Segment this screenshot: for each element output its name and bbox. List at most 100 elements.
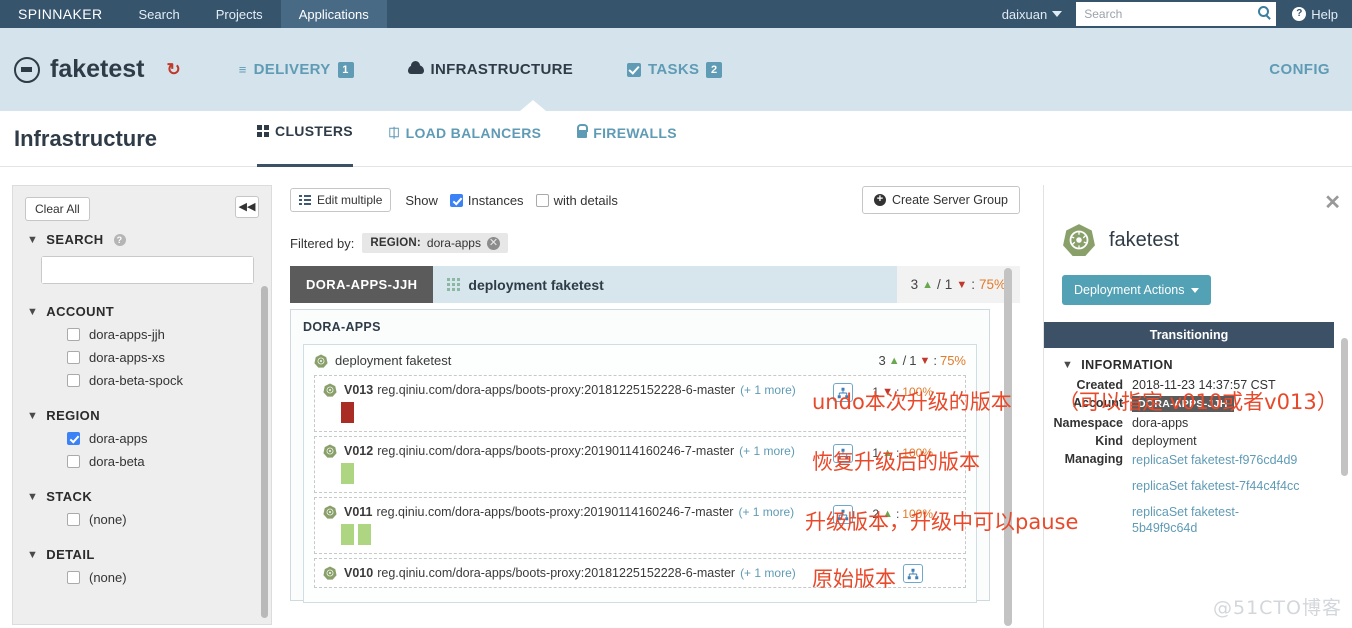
filter-region-item-0[interactable]: dora-apps: [67, 431, 271, 446]
tab-tasks[interactable]: TASKS 2: [627, 61, 723, 78]
filter-search-header[interactable]: ▼ SEARCH ?: [27, 232, 271, 247]
with-details-toggle[interactable]: with details: [535, 193, 618, 208]
checkbox-icon[interactable]: [67, 328, 80, 341]
region-label: DORA-APPS: [303, 320, 381, 334]
hierarchy-icon[interactable]: [833, 383, 853, 402]
version-row[interactable]: V011 reg.qiniu.com/dora-apps/boots-proxy:…: [314, 497, 966, 554]
hierarchy-icon[interactable]: [903, 564, 923, 583]
tab-clusters[interactable]: CLUSTERS: [257, 111, 353, 167]
filter-stack-header[interactable]: ▼ STACK: [27, 489, 271, 504]
managing-replicaset-link[interactable]: replicaSet faketest-7f44c4f4cc: [1132, 478, 1302, 494]
nav-link-search[interactable]: Search: [121, 0, 198, 28]
checkbox-checked-icon[interactable]: [67, 432, 80, 445]
global-search-box[interactable]: [1076, 2, 1277, 26]
information-section-header[interactable]: ▼ INFORMATION: [1062, 358, 1352, 372]
instance-squares: [341, 402, 957, 423]
filter-region-item-1[interactable]: dora-beta: [67, 454, 271, 469]
filter-account-item-0[interactable]: dora-apps-jjh: [67, 327, 271, 342]
version-more-link[interactable]: (+ 1 more): [740, 566, 796, 580]
checkbox-icon[interactable]: [67, 374, 80, 387]
instance-square-unhealthy[interactable]: [341, 402, 354, 423]
filter-account-item-2[interactable]: dora-beta-spock: [67, 373, 271, 388]
cluster-title[interactable]: deployment faketest: [433, 266, 897, 303]
checkbox-icon[interactable]: [535, 193, 549, 207]
up-triangle-icon: ▲: [922, 278, 934, 291]
filter-account-item-1[interactable]: dora-apps-xs: [67, 350, 271, 365]
nav-link-applications[interactable]: Applications: [280, 0, 387, 28]
tab-infrastructure[interactable]: INFRASTRUCTURE: [407, 61, 574, 78]
chevron-down-icon: ▼: [27, 233, 39, 246]
version-row[interactable]: V010 reg.qiniu.com/dora-apps/boots-proxy:…: [314, 558, 966, 588]
version-up-count: 1: [872, 446, 880, 460]
checkbox-icon[interactable]: [67, 455, 80, 468]
clear-all-button[interactable]: Clear All: [25, 197, 90, 221]
collapse-sidebar-button[interactable]: ◀◀: [235, 196, 259, 218]
filter-search-input[interactable]: [42, 257, 253, 283]
remove-filter-icon[interactable]: ✕: [486, 236, 500, 250]
instances-toggle[interactable]: Instances: [449, 193, 524, 208]
filter-region-header[interactable]: ▼ REGION: [27, 408, 271, 423]
instance-square-healthy[interactable]: [341, 463, 354, 484]
version-more-link[interactable]: (+ 1 more): [740, 383, 796, 397]
filter-stack-item-0[interactable]: (none): [67, 512, 271, 527]
cluster-stat-colon: :: [971, 277, 975, 292]
checkbox-icon[interactable]: [67, 571, 80, 584]
field-account-key: Account: [1073, 396, 1123, 410]
spinnaker-logo[interactable]: SPINNAKER: [0, 0, 121, 28]
search-icon[interactable]: [1258, 6, 1270, 17]
kubernetes-icon: [323, 383, 337, 397]
instance-square-healthy[interactable]: [358, 524, 371, 545]
hierarchy-icon[interactable]: [833, 505, 853, 524]
edit-multiple-button[interactable]: Edit multiple: [290, 188, 392, 212]
hierarchy-icon[interactable]: [833, 444, 853, 463]
filters-sidebar: Clear All ◀◀ ▼ SEARCH ? ▼ ACCOUNT dora-a…: [12, 185, 272, 625]
help-link[interactable]: ? Help: [1276, 7, 1352, 22]
down-triangle-icon: ▼: [882, 386, 893, 398]
tab-firewalls[interactable]: FIREWALLS: [577, 111, 677, 167]
filter-search-input-wrap[interactable]: [41, 256, 254, 284]
instance-square-healthy[interactable]: [341, 524, 354, 545]
config-link[interactable]: CONFIG: [1269, 61, 1352, 78]
chevron-down-icon: ▼: [27, 305, 39, 318]
close-icon[interactable]: ✕: [1324, 193, 1341, 213]
chevron-down-icon: [1191, 287, 1200, 293]
version-health-stats: 1 ▲ : 100%: [872, 446, 933, 460]
version-name: V010: [344, 566, 374, 580]
question-mark-icon: ?: [1292, 7, 1307, 21]
kubernetes-icon: [1062, 223, 1096, 257]
tab-delivery[interactable]: ≡ DELIVERY 1: [239, 61, 354, 78]
version-text: V012 reg.qiniu.com/dora-apps/boots-proxy:…: [344, 444, 734, 458]
user-menu[interactable]: daixuan: [1002, 7, 1077, 22]
checkbox-icon[interactable]: [67, 513, 80, 526]
sidebar-scrollbar[interactable]: [261, 286, 268, 618]
search-input[interactable]: [1084, 7, 1269, 21]
server-group-name[interactable]: deployment faketest: [335, 353, 451, 368]
filter-detail-header[interactable]: ▼ DETAIL: [27, 547, 271, 562]
version-row[interactable]: V013 reg.qiniu.com/dora-apps/boots-proxy:…: [314, 375, 966, 432]
checkbox-checked-icon[interactable]: [449, 193, 463, 207]
filter-detail-item-0[interactable]: (none): [67, 570, 271, 585]
version-more-link[interactable]: (+ 1 more): [739, 444, 795, 458]
create-server-group-button[interactable]: + Create Server Group: [861, 186, 1020, 214]
detail-panel: ✕ faketest Deployment Actions Transition…: [1043, 185, 1352, 628]
active-filter-pill: REGION: dora-apps ✕: [362, 233, 508, 253]
main-panel-scrollbar[interactable]: [1004, 268, 1012, 626]
managing-replicaset-link[interactable]: replicaSet faketest-5b49f9c64d: [1132, 504, 1302, 536]
version-row[interactable]: V012 reg.qiniu.com/dora-apps/boots-proxy:…: [314, 436, 966, 493]
refresh-icon[interactable]: ↻: [167, 61, 181, 78]
tab-load-balancers[interactable]: ⎅ LOAD BALANCERS: [389, 111, 541, 167]
help-icon[interactable]: ?: [113, 233, 126, 246]
managing-replicaset-link[interactable]: replicaSet faketest-f976cd4d9: [1132, 452, 1302, 468]
cluster-body: DORA-APPS deployment faketest 3 ▲ / 1 ▼ …: [290, 309, 990, 603]
version-more-link[interactable]: (+ 1 more): [738, 505, 794, 519]
nav-link-projects[interactable]: Projects: [198, 0, 281, 28]
detail-panel-scrollbar[interactable]: [1341, 338, 1348, 476]
server-group-up-count: 3: [878, 353, 886, 368]
server-group-health-stats: 3 ▲ / 1 ▼ : 75%: [878, 353, 966, 368]
filter-section-search: ▼ SEARCH ?: [13, 232, 271, 284]
deployment-actions-button[interactable]: Deployment Actions: [1062, 275, 1212, 305]
filter-account-header[interactable]: ▼ ACCOUNT: [27, 304, 271, 319]
checkbox-icon[interactable]: [67, 351, 80, 364]
field-namespace-key: Namespace: [1053, 416, 1124, 430]
field-kind-value: deployment: [1132, 434, 1197, 448]
